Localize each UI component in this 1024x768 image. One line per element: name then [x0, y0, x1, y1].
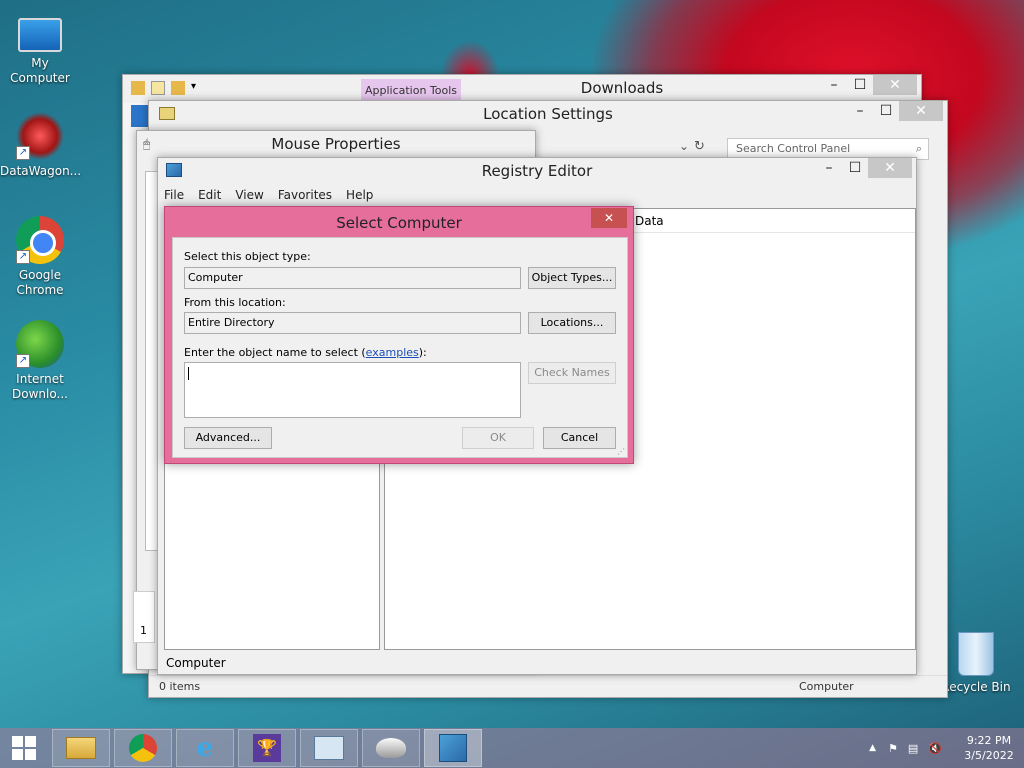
- object-type-field: Computer: [184, 267, 521, 289]
- window-title: Location Settings: [483, 105, 613, 123]
- internet-download-manager-icon: ↗: [16, 320, 64, 368]
- object-type-label: Select this object type:: [184, 250, 311, 263]
- window-title: Registry Editor: [481, 162, 593, 180]
- locations-button[interactable]: Locations...: [528, 312, 616, 334]
- search-placeholder: Search Control Panel: [736, 142, 851, 155]
- desktop-icon-label: Internet Downlo...: [12, 372, 68, 401]
- close-button[interactable]: ✕: [868, 158, 912, 178]
- shortcut-arrow-icon: ↗: [16, 146, 30, 160]
- cancel-button[interactable]: Cancel: [543, 427, 616, 449]
- registry-status-bar: Computer: [166, 656, 226, 670]
- minimize-button[interactable]: –: [847, 101, 873, 121]
- maximize-button[interactable]: ☐: [842, 158, 868, 178]
- list-fragment-number: 1: [140, 624, 147, 637]
- desktop-icon-my-computer[interactable]: My Computer: [0, 10, 80, 86]
- taskbar-chrome[interactable]: [114, 729, 172, 767]
- dialog-title: Select Computer: [336, 214, 462, 232]
- desktop-icon-label: DataWagon...: [0, 164, 82, 178]
- desktop-icon-internet-download-manager[interactable]: ↗ Internet Downlo...: [0, 320, 80, 402]
- windows-logo-icon: [12, 736, 36, 760]
- menu-edit[interactable]: Edit: [198, 188, 221, 202]
- menu-view[interactable]: View: [235, 188, 263, 202]
- minimize-button[interactable]: –: [816, 158, 842, 178]
- taskbar-registry-editor[interactable]: [424, 729, 482, 767]
- menu-file[interactable]: File: [164, 188, 184, 202]
- chevron-down-icon[interactable]: ▾: [191, 81, 196, 95]
- location-field: Entire Directory: [184, 312, 521, 334]
- registry-editor-icon: [439, 734, 467, 762]
- refresh-icon[interactable]: ↻: [694, 139, 714, 159]
- desktop-icon-google-chrome[interactable]: ↗ Google Chrome: [0, 216, 80, 298]
- check-names-button[interactable]: Check Names: [528, 362, 616, 384]
- clock-time: 9:22 PM: [966, 734, 1012, 747]
- desktop-icon-label: My Computer: [10, 56, 70, 85]
- shortcut-arrow-icon: ↗: [16, 250, 30, 264]
- resize-grip-icon[interactable]: ⋰: [617, 447, 625, 456]
- status-items: 0 items: [159, 680, 201, 693]
- advanced-button[interactable]: Advanced...: [184, 427, 272, 449]
- search-icon[interactable]: ⌕: [916, 139, 922, 159]
- desktop-icon-datawagon[interactable]: ↗ DataWagon...: [0, 112, 82, 179]
- mouse-icon: [376, 738, 406, 758]
- folder-down-icon[interactable]: [131, 81, 145, 95]
- object-name-input[interactable]: [184, 362, 521, 418]
- chrome-icon: ↗: [16, 216, 64, 264]
- internet-explorer-icon: e: [196, 733, 214, 763]
- maximize-button[interactable]: ☐: [873, 101, 899, 121]
- object-name-label-prefix: Enter the object name to select (: [184, 346, 366, 359]
- file-explorer-icon: [66, 737, 96, 759]
- system-tray: ▲ ⚑ ▤ 🔇 9:22 PM 3/5/2022: [869, 728, 1024, 768]
- quick-access-toolbar[interactable]: ▾: [131, 81, 196, 95]
- properties-icon[interactable]: [151, 81, 165, 95]
- column-header-data[interactable]: Data: [635, 214, 664, 228]
- taskbar-mouse-properties[interactable]: [362, 729, 420, 767]
- clock-date: 3/5/2022: [964, 749, 1014, 762]
- show-hidden-icons-chevron-icon[interactable]: ▲: [869, 743, 876, 753]
- menu-help[interactable]: Help: [346, 188, 373, 202]
- dialog-close-button[interactable]: ✕: [591, 208, 627, 228]
- taskbar-trophy-app[interactable]: 🏆: [238, 729, 296, 767]
- taskbar: e 🏆 ▲ ⚑ ▤ 🔇 9:22 PM 3/5/2022: [0, 728, 1024, 768]
- clock[interactable]: 9:22 PM 3/5/2022: [954, 733, 1024, 763]
- close-button[interactable]: ✕: [873, 75, 917, 95]
- control-panel-icon: [314, 736, 344, 760]
- taskbar-internet-explorer[interactable]: e: [176, 729, 234, 767]
- text-caret: [188, 367, 189, 380]
- desktop-icon-recycle-bin[interactable]: Recycle Bin: [936, 632, 1016, 695]
- taskbar-file-explorer[interactable]: [52, 729, 110, 767]
- recycle-bin-icon: [958, 632, 994, 676]
- chrome-icon: [129, 734, 157, 762]
- desktop-icon-label: Google Chrome: [16, 268, 64, 297]
- new-folder-icon[interactable]: [171, 81, 185, 95]
- volume-muted-icon[interactable]: 🔇: [928, 742, 942, 755]
- action-center-flag-icon[interactable]: ⚑: [888, 742, 898, 755]
- trophy-icon: 🏆: [253, 734, 281, 762]
- object-name-label-suffix: ):: [418, 346, 427, 359]
- list-fragment: 1: [133, 591, 155, 643]
- maximize-button[interactable]: ☐: [847, 75, 873, 95]
- close-button[interactable]: ✕: [899, 101, 943, 121]
- menu-bar: File Edit View Favorites Help: [164, 188, 373, 202]
- location-label: From this location:: [184, 296, 286, 309]
- status-computer: Computer: [799, 680, 854, 693]
- shortcut-arrow-icon: ↗: [16, 354, 30, 368]
- taskbar-control-panel[interactable]: [300, 729, 358, 767]
- object-name-label: Enter the object name to select (example…: [184, 346, 427, 359]
- computer-icon: [18, 18, 62, 52]
- ok-button[interactable]: OK: [462, 427, 534, 449]
- datawagon-icon: ↗: [16, 112, 64, 160]
- examples-link[interactable]: examples: [366, 346, 419, 359]
- window-title: Mouse Properties: [271, 135, 401, 153]
- object-types-button[interactable]: Object Types...: [528, 267, 616, 289]
- minimize-button[interactable]: –: [821, 75, 847, 95]
- desktop-icon-label: Recycle Bin: [941, 680, 1011, 694]
- start-button[interactable]: [0, 728, 48, 768]
- network-icon[interactable]: ▤: [908, 742, 918, 755]
- menu-favorites[interactable]: Favorites: [278, 188, 332, 202]
- select-computer-dialog[interactable]: Select Computer ✕ Select this object typ…: [164, 206, 634, 464]
